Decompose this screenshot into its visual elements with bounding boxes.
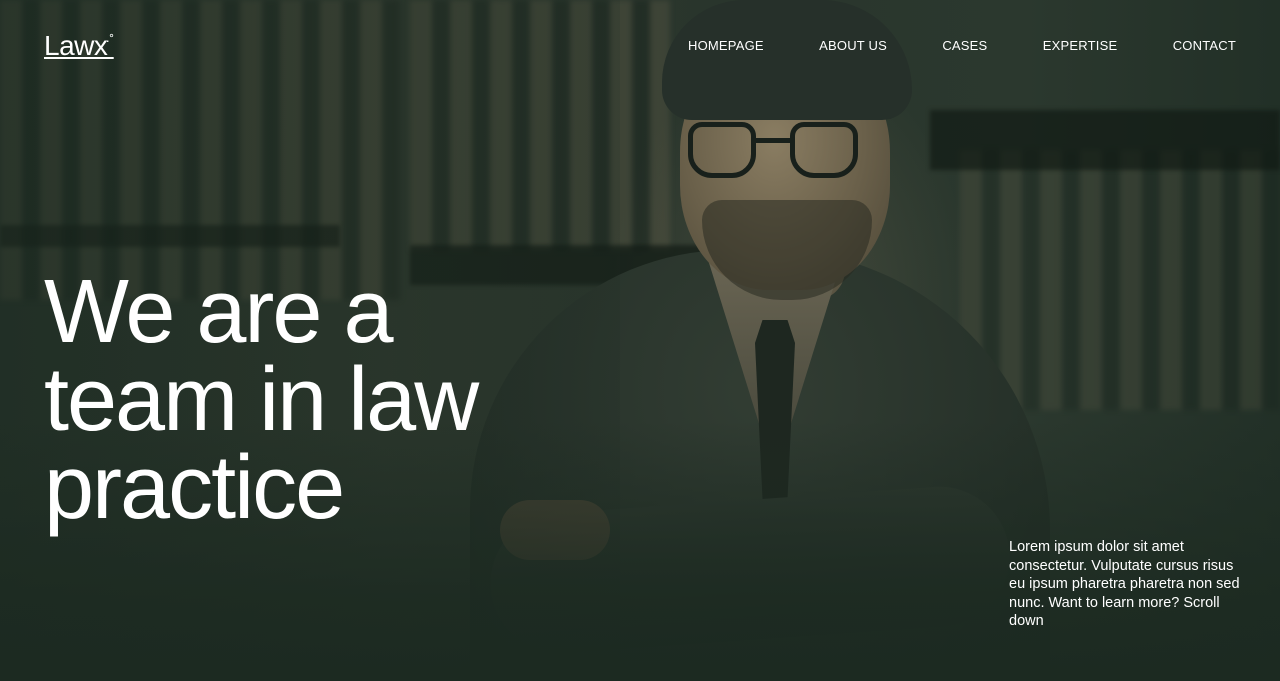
hair xyxy=(662,0,912,120)
nav-cases[interactable]: CASES xyxy=(942,38,987,53)
headline-line: We are a xyxy=(44,262,394,362)
nav-homepage[interactable]: HOMEPAGE xyxy=(688,38,764,53)
headline-line: practice xyxy=(44,438,345,538)
nav-expertise[interactable]: EXPERTISE xyxy=(1043,38,1118,53)
headline-line: team in law xyxy=(44,350,479,450)
nav-about-us[interactable]: ABOUT US xyxy=(819,38,887,53)
main-nav: HOMEPAGE ABOUT US CASES EXPERTISE CONTAC… xyxy=(688,38,1236,53)
logo[interactable]: Lawx·˚ xyxy=(44,30,114,62)
logo-mark-icon: ·˚ xyxy=(105,31,114,48)
nav-contact[interactable]: CONTACT xyxy=(1173,38,1236,53)
logo-text: Lawx xyxy=(44,30,108,61)
hero-intro-text: Lorem ipsum dolor sit amet consectetur. … xyxy=(1009,539,1240,629)
hero-headline: We are a team in law practice xyxy=(44,262,604,538)
glasses-icon xyxy=(688,122,858,182)
